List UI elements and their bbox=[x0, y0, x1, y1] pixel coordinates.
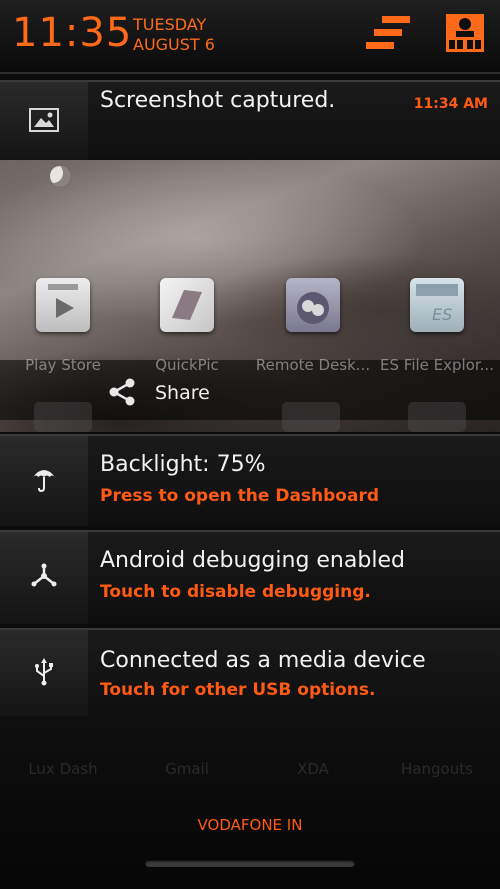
notification-debugging[interactable]: Android debugging enabled Touch to disab… bbox=[0, 530, 500, 624]
umbrella-icon bbox=[31, 465, 57, 497]
notification-title: Android debugging enabled bbox=[100, 548, 405, 573]
user-profile-icon[interactable] bbox=[446, 14, 484, 56]
dock-label-lux-dash: Lux Dash bbox=[28, 760, 98, 778]
notification-subtitle: Press to open the Dashboard bbox=[100, 486, 380, 506]
notification-panel-footer: Lux Dash Gmail XDA Hangouts VODAFONE IN bbox=[0, 716, 500, 889]
quickpic-app-icon bbox=[160, 278, 214, 332]
app-label-remote-desktop: Remote Desk... bbox=[255, 356, 371, 374]
app-label-es-file-explorer: ES File Explor... bbox=[380, 356, 494, 374]
notification-title: Screenshot captured. bbox=[100, 88, 336, 113]
moon-image bbox=[50, 166, 70, 186]
notification-title: Connected as a media device bbox=[100, 648, 426, 673]
date-label: AUGUST 6 bbox=[133, 35, 215, 54]
clock: 11:35 bbox=[12, 10, 133, 56]
image-icon bbox=[29, 108, 59, 136]
faded-app-icon bbox=[282, 402, 340, 432]
usb-icon bbox=[33, 658, 55, 690]
carrier-label: VODAFONE IN bbox=[197, 816, 303, 834]
notification-subtitle: Touch for other USB options. bbox=[100, 680, 376, 700]
play-store-app-icon bbox=[36, 278, 90, 332]
app-label-quickpic: QuickPic bbox=[155, 356, 219, 374]
notification-screenshot[interactable]: Screenshot captured. 11:34 AM bbox=[0, 80, 500, 162]
drag-handle[interactable] bbox=[145, 859, 355, 867]
debug-icon bbox=[30, 563, 58, 593]
app-label-play-store: Play Store bbox=[25, 356, 101, 374]
notification-subtitle: Touch to disable debugging. bbox=[100, 582, 371, 602]
faded-app-icon bbox=[408, 402, 466, 432]
share-icon[interactable] bbox=[106, 376, 138, 412]
dock-label-xda: XDA bbox=[297, 760, 329, 778]
day-label: TUESDAY bbox=[133, 15, 207, 34]
dock-label-hangouts: Hangouts bbox=[401, 760, 473, 778]
notification-header: 11:35 TUESDAY AUGUST 6 bbox=[0, 0, 500, 74]
es-file-explorer-app-icon: ES bbox=[410, 278, 464, 332]
share-label[interactable]: Share bbox=[155, 382, 210, 404]
notification-time: 11:34 AM bbox=[413, 96, 488, 112]
svg-text:ES: ES bbox=[432, 305, 452, 324]
quick-settings-icon[interactable] bbox=[366, 16, 412, 56]
notification-usb[interactable]: Connected as a media device Touch for ot… bbox=[0, 628, 500, 718]
remote-desktop-app-icon bbox=[286, 278, 340, 332]
notification-title: Backlight: 75% bbox=[100, 452, 266, 477]
screenshot-preview[interactable]: ES Share Play Store QuickPic Remote Desk… bbox=[0, 160, 500, 432]
dock-label-gmail: Gmail bbox=[165, 760, 209, 778]
faded-app-icon bbox=[34, 402, 92, 432]
date-display: TUESDAY AUGUST 6 bbox=[133, 15, 215, 55]
notification-backlight[interactable]: Backlight: 75% Press to open the Dashboa… bbox=[0, 434, 500, 526]
